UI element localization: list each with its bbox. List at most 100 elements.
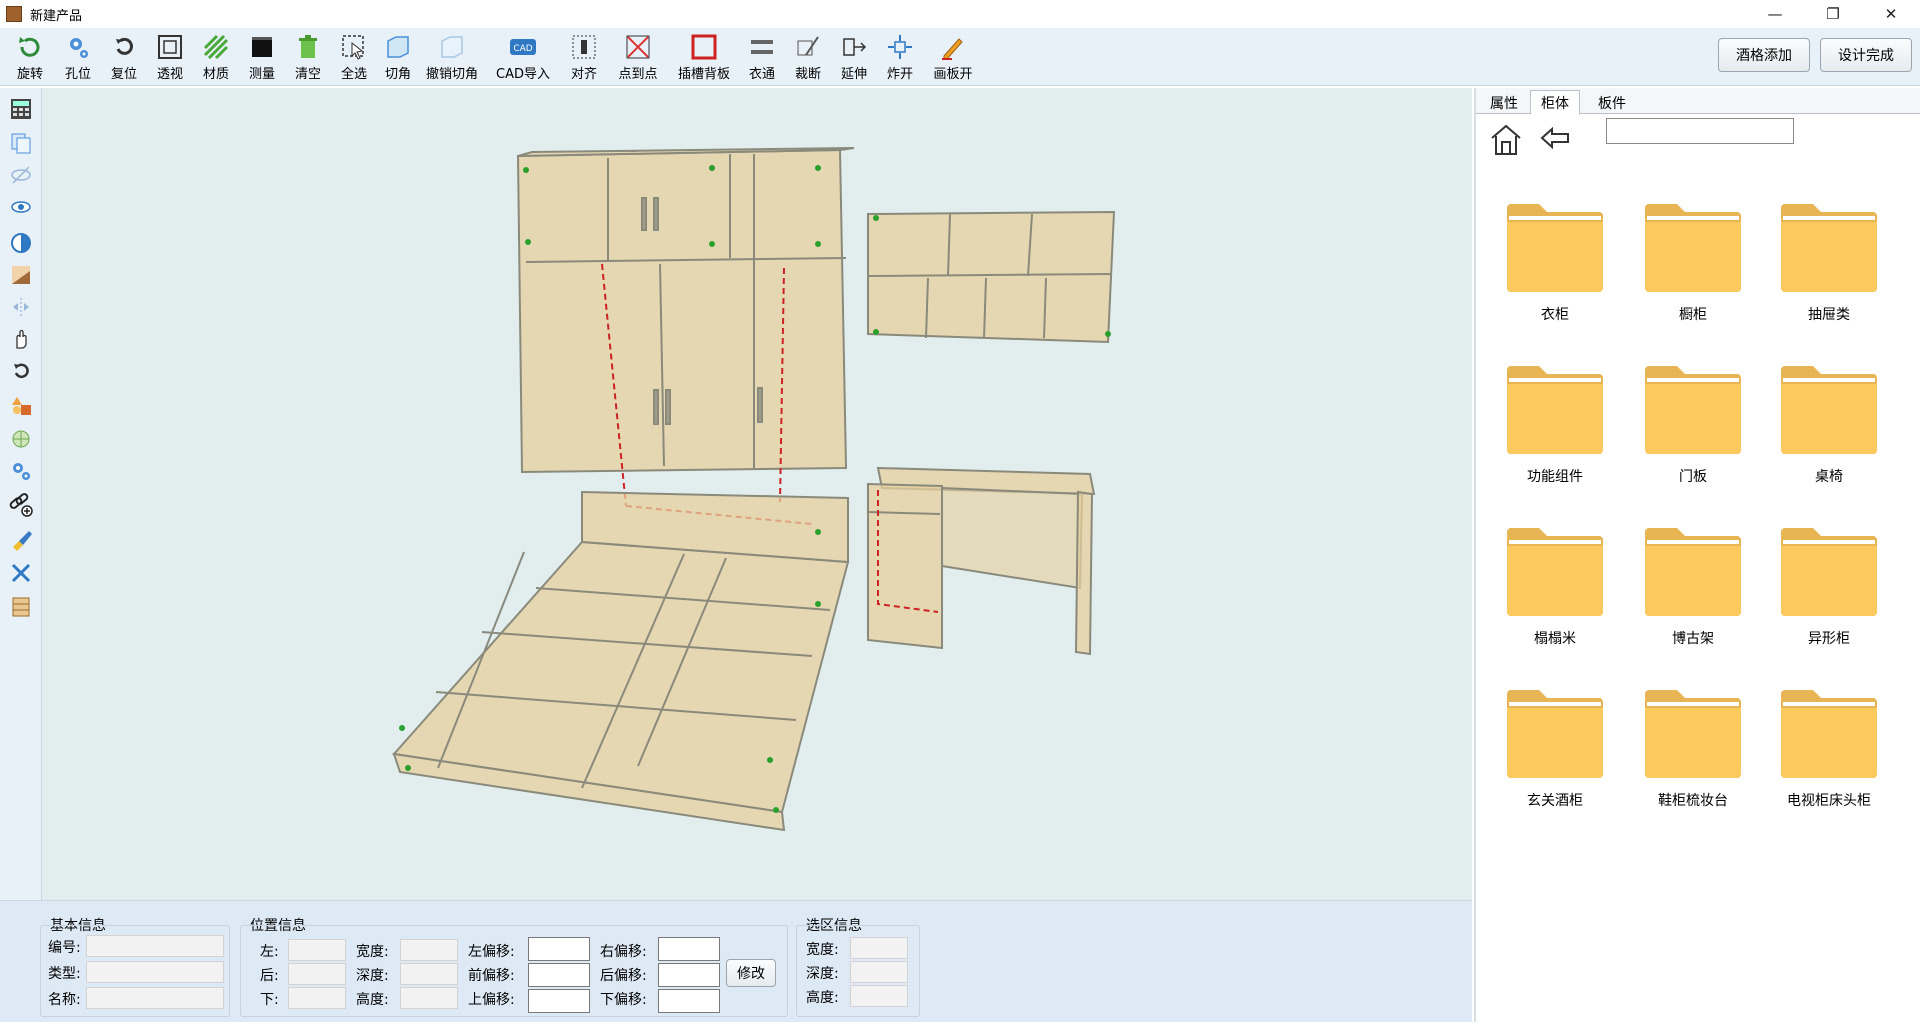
upper-shelf-unit	[867, 210, 1116, 344]
right-offset-field[interactable]	[658, 937, 720, 961]
mirror-icon[interactable]	[6, 292, 36, 322]
top-offset-field[interactable]	[528, 989, 590, 1013]
select-all-icon	[339, 32, 369, 62]
name-label: 名称:	[48, 992, 81, 1008]
cut-button[interactable]: 裁断	[786, 32, 830, 84]
globe-icon[interactable]	[6, 424, 36, 454]
extend-icon	[839, 32, 869, 62]
3d-viewport[interactable]	[42, 88, 1472, 900]
shapes-icon[interactable]	[6, 390, 36, 420]
back-arrow-icon[interactable]	[1536, 118, 1576, 158]
folder-shoe-dresser[interactable]: 鞋柜梳妆台	[1638, 684, 1748, 814]
design-complete-button[interactable]: 设计完成	[1820, 38, 1912, 72]
name-field[interactable]	[86, 987, 224, 1009]
cut-icon	[793, 32, 823, 62]
search-input[interactable]	[1606, 118, 1794, 144]
clear-button[interactable]: 清空	[286, 32, 330, 84]
reset-view-icon[interactable]	[6, 356, 36, 386]
close-icon[interactable]: ✕	[1862, 0, 1920, 28]
reset-button[interactable]: 复位	[102, 32, 146, 84]
bottom-offset-field[interactable]	[658, 989, 720, 1013]
folder-entry-wine-cabinet[interactable]: 玄关酒柜	[1500, 684, 1610, 814]
back-field[interactable]	[288, 963, 346, 985]
perspective-button[interactable]: 透视	[148, 32, 192, 84]
hand-icon[interactable]	[6, 324, 36, 354]
tab-properties[interactable]: 属性	[1480, 92, 1528, 114]
panel-icon[interactable]	[6, 592, 36, 622]
slot-backboard-icon	[689, 32, 719, 62]
contrast-icon[interactable]	[6, 228, 36, 258]
type-label: 类型:	[48, 966, 81, 982]
calculator-icon[interactable]	[6, 94, 36, 124]
rail-button[interactable]: 衣通	[740, 32, 784, 84]
info-panel: 基本信息 编号: 类型: 名称: 位置信息 左: 后: 下: 宽度: 深度: 高…	[0, 900, 1472, 1022]
material-icon	[201, 32, 231, 62]
texture-icon[interactable]	[6, 260, 36, 290]
measure-button[interactable]: 测量	[240, 32, 284, 84]
top-offset-label: 上偏移:	[468, 992, 515, 1008]
wardrobe-body	[516, 148, 848, 474]
explode-button[interactable]: 炸开	[878, 32, 922, 84]
eye-icon[interactable]	[6, 192, 36, 222]
copy-icon[interactable]	[6, 128, 36, 158]
main-toolbar: 旋转 孔位 复位 透视 材质 测量 清空 全选 切角 撤销切角 CAD CAD导…	[0, 28, 1920, 86]
tools-icon[interactable]	[6, 558, 36, 588]
back-offset-field[interactable]	[658, 963, 720, 987]
window-controls: — ❐ ✕	[1746, 0, 1920, 28]
left-field[interactable]	[288, 939, 346, 961]
folder-display-shelf[interactable]: 博古架	[1638, 522, 1748, 652]
hole-button[interactable]: 孔位	[56, 32, 100, 84]
rotate-button[interactable]: 旋转	[8, 32, 52, 84]
folder-tables-chairs[interactable]: 桌椅	[1774, 360, 1884, 490]
sel-height-label: 高度:	[806, 990, 839, 1006]
width-field[interactable]	[400, 939, 458, 961]
minimize-icon[interactable]: —	[1746, 0, 1804, 28]
right-panel: 属性 柜体 板件 衣柜 橱柜 抽屉类 功能组件 门板 桌椅 榻榻米 博古架 异形…	[1474, 88, 1920, 1022]
left-offset-field[interactable]	[528, 937, 590, 961]
brush-icon[interactable]	[6, 524, 36, 554]
height-field[interactable]	[400, 987, 458, 1009]
tab-boards[interactable]: 板件	[1588, 92, 1636, 114]
extend-button[interactable]: 延伸	[832, 32, 876, 84]
folder-icon	[1643, 360, 1743, 460]
tab-cabinet[interactable]: 柜体	[1530, 90, 1580, 115]
link-add-icon[interactable]	[6, 490, 36, 520]
bottom-field[interactable]	[288, 987, 346, 1009]
type-field[interactable]	[86, 961, 224, 983]
sel-width-label: 宽度:	[806, 942, 839, 958]
hide-icon[interactable]	[6, 160, 36, 190]
folder-special-cabinet[interactable]: 异形柜	[1774, 522, 1884, 652]
select-all-button[interactable]: 全选	[332, 32, 376, 84]
cad-import-icon: CAD	[508, 32, 538, 62]
material-button[interactable]: 材质	[194, 32, 238, 84]
folder-tatami[interactable]: 榻榻米	[1500, 522, 1610, 652]
depth-field[interactable]	[400, 963, 458, 985]
folder-wardrobe[interactable]: 衣柜	[1500, 198, 1610, 328]
folder-kitchen-cabinet[interactable]: 橱柜	[1638, 198, 1748, 328]
title-bar: 新建产品 — ❐ ✕	[0, 0, 1920, 28]
sel-depth-field[interactable]	[850, 961, 908, 983]
code-field[interactable]	[86, 935, 224, 957]
folder-door-panels[interactable]: 门板	[1638, 360, 1748, 490]
desk-drawer-unit	[867, 482, 943, 650]
cad-import-button[interactable]: CAD CAD导入	[490, 32, 556, 84]
folder-function-parts[interactable]: 功能组件	[1500, 360, 1610, 490]
front-offset-field[interactable]	[528, 963, 590, 987]
folder-drawers[interactable]: 抽屉类	[1774, 198, 1884, 328]
align-button[interactable]: 对齐	[562, 32, 606, 84]
point-to-point-button[interactable]: 点到点	[610, 32, 666, 84]
restore-icon[interactable]: ❐	[1804, 0, 1862, 28]
home-icon[interactable]	[1486, 120, 1526, 160]
panel-tabs: 属性 柜体 板件	[1476, 88, 1920, 115]
sel-width-field[interactable]	[850, 937, 908, 959]
status-strip	[0, 1022, 1920, 1030]
folder-tv-nightstand[interactable]: 电视柜床头柜	[1774, 684, 1884, 814]
chamfer-button[interactable]: 切角	[376, 32, 420, 84]
slot-backboard-button[interactable]: 插槽背板	[672, 32, 736, 84]
modify-button[interactable]: 修改	[726, 959, 776, 987]
draw-board-button[interactable]: 画板开	[926, 32, 980, 84]
wine-rack-add-button[interactable]: 酒格添加	[1718, 38, 1810, 72]
undo-chamfer-button[interactable]: 撤销切角	[420, 32, 484, 84]
sel-height-field[interactable]	[850, 985, 908, 1007]
settings-icon[interactable]	[6, 456, 36, 486]
